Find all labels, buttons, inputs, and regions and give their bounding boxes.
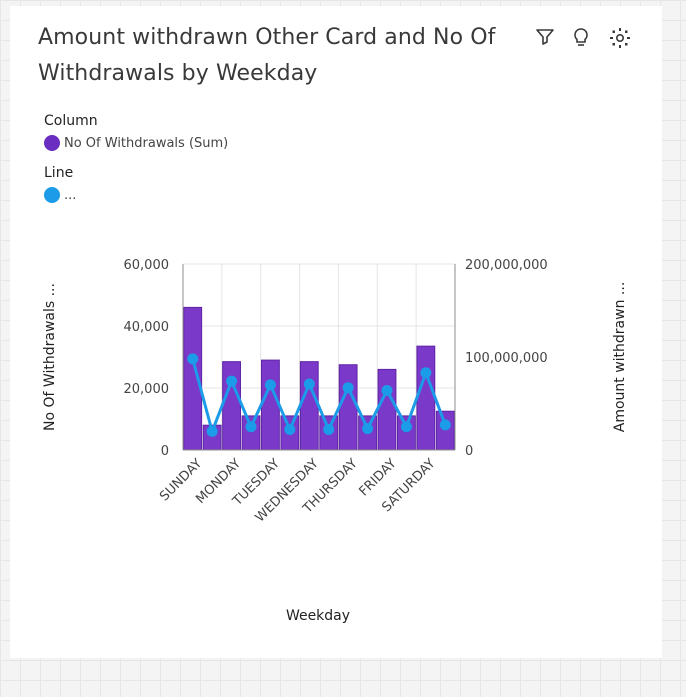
- line-point-6: [303, 378, 315, 390]
- y2-axis-title: Amount withdrawn ...: [612, 282, 628, 433]
- bar-4: [261, 359, 280, 451]
- line-point-9: [362, 423, 374, 435]
- bar-13: [435, 410, 455, 451]
- line-point-4: [264, 379, 276, 391]
- bar-2: [222, 361, 241, 451]
- line-point-0: [187, 353, 199, 365]
- bar-3: [241, 415, 261, 451]
- combo-chart: 0 20,000 40,000 60,000 0 100,000,000 200,000,0…: [42, 258, 628, 624]
- line-point-2: [226, 375, 238, 387]
- y-tick-label: 60,000: [124, 258, 170, 273]
- line-point-1: [206, 425, 218, 437]
- y-tick-label: 20,000: [124, 382, 170, 397]
- x-axis-title: Weekday: [286, 608, 350, 624]
- line-point-8: [342, 382, 354, 394]
- line-point-11: [400, 421, 412, 433]
- bar-10: [377, 368, 397, 451]
- y-tick-label: 40,000: [124, 320, 170, 335]
- line-point-3: [245, 421, 257, 433]
- y-axis-title: No Of Withdrawals ...: [42, 283, 58, 431]
- bar-11: [397, 415, 416, 451]
- y2-tick-label: 100,000,000: [465, 351, 548, 366]
- line-point-10: [381, 384, 393, 396]
- bar-6: [299, 361, 319, 451]
- y2-tick-label: 200,000,000: [465, 258, 548, 273]
- y2-tick-label: 0: [465, 444, 473, 459]
- bar-8: [338, 364, 358, 451]
- line-point-12: [420, 367, 432, 379]
- line-point-13: [439, 419, 451, 431]
- line-point-7: [323, 424, 335, 436]
- line-point-5: [284, 424, 296, 436]
- bar-12: [416, 345, 436, 451]
- y-tick-label: 0: [161, 444, 169, 459]
